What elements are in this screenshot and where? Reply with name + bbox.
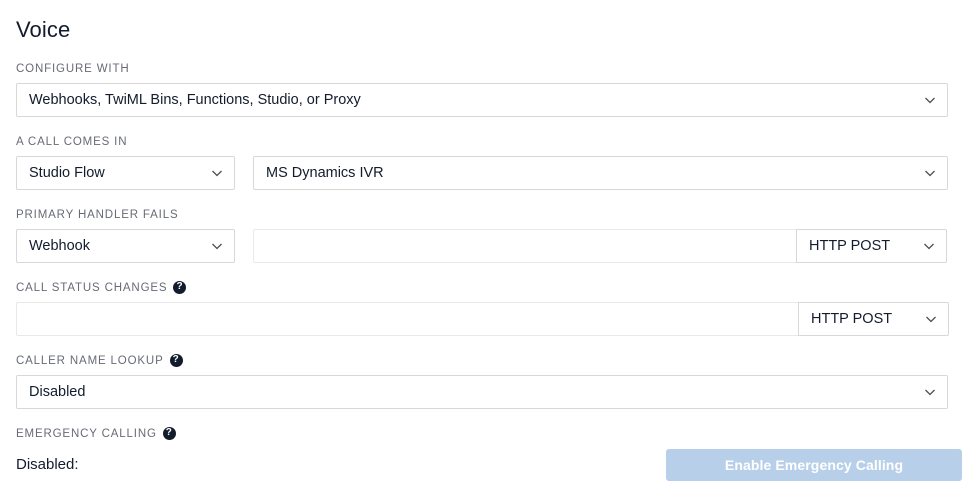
- primary-handler-fails-url-group: HTTP POST: [253, 229, 947, 263]
- caller-name-lookup-select[interactable]: Disabled: [16, 375, 948, 409]
- caller-name-lookup-label: CALLER NAME LOOKUP ?: [16, 353, 962, 368]
- a-call-comes-in-target-value: MS Dynamics IVR: [266, 165, 384, 181]
- help-glyph: ?: [172, 354, 180, 365]
- configure-with-select[interactable]: Webhooks, TwiML Bins, Functions, Studio,…: [16, 83, 948, 117]
- a-call-comes-in-handler-select[interactable]: Studio Flow: [16, 156, 235, 190]
- call-status-changes-row: HTTP POST: [16, 302, 962, 336]
- configure-with-label: CONFIGURE WITH: [16, 62, 962, 76]
- chevron-down-icon: [924, 312, 938, 326]
- chevron-down-icon: [210, 166, 224, 180]
- question-mark-icon[interactable]: ?: [173, 280, 187, 294]
- a-call-comes-in-label: A CALL COMES IN: [16, 135, 962, 149]
- chevron-down-icon: [210, 239, 224, 253]
- emergency-calling-row: Disabled: Enable Emergency Calling: [16, 449, 962, 481]
- chevron-down-icon: [923, 166, 937, 180]
- primary-handler-fails-label: PRIMARY HANDLER FAILS: [16, 208, 962, 222]
- emergency-calling-status: Disabled:: [16, 456, 79, 473]
- help-glyph: ?: [165, 427, 173, 438]
- a-call-comes-in-target-select[interactable]: MS Dynamics IVR: [253, 156, 948, 190]
- call-status-changes-label: CALL STATUS CHANGES ?: [16, 280, 962, 295]
- a-call-comes-in-handler-value: Studio Flow: [29, 165, 105, 181]
- call-status-changes-label-text: CALL STATUS CHANGES: [16, 282, 168, 294]
- voice-settings-page: Voice CONFIGURE WITH Webhooks, TwiML Bin…: [0, 0, 978, 481]
- primary-handler-fails-method-value: HTTP POST: [809, 238, 891, 254]
- question-mark-icon[interactable]: ?: [162, 426, 176, 440]
- primary-handler-fails-handler-select[interactable]: Webhook: [16, 229, 235, 263]
- configure-with-label-text: CONFIGURE WITH: [16, 63, 130, 75]
- primary-handler-fails-label-text: PRIMARY HANDLER FAILS: [16, 209, 179, 221]
- question-mark-icon[interactable]: ?: [169, 353, 183, 367]
- a-call-comes-in-row: Studio Flow MS Dynamics IVR: [16, 156, 962, 190]
- primary-handler-fails-row: Webhook HTTP POST: [16, 229, 962, 263]
- call-status-changes-method-select[interactable]: HTTP POST: [798, 302, 949, 336]
- primary-handler-fails-method-select[interactable]: HTTP POST: [796, 229, 947, 263]
- primary-handler-fails-url-input[interactable]: [253, 229, 797, 263]
- emergency-calling-label-text: EMERGENCY CALLING: [16, 428, 157, 440]
- help-glyph: ?: [176, 281, 184, 292]
- enable-emergency-calling-button[interactable]: Enable Emergency Calling: [666, 449, 962, 481]
- emergency-calling-label: EMERGENCY CALLING ?: [16, 426, 962, 441]
- caller-name-lookup-label-text: CALLER NAME LOOKUP: [16, 355, 164, 367]
- chevron-down-icon: [923, 385, 937, 399]
- chevron-down-icon: [923, 93, 937, 107]
- call-status-changes-method-value: HTTP POST: [811, 311, 893, 327]
- chevron-down-icon: [922, 239, 936, 253]
- caller-name-lookup-value: Disabled: [29, 384, 86, 400]
- a-call-comes-in-label-text: A CALL COMES IN: [16, 136, 128, 148]
- primary-handler-fails-handler-value: Webhook: [29, 238, 90, 254]
- page-title: Voice: [16, 17, 71, 42]
- configure-with-value: Webhooks, TwiML Bins, Functions, Studio,…: [29, 92, 361, 108]
- call-status-changes-url-input[interactable]: [16, 302, 799, 336]
